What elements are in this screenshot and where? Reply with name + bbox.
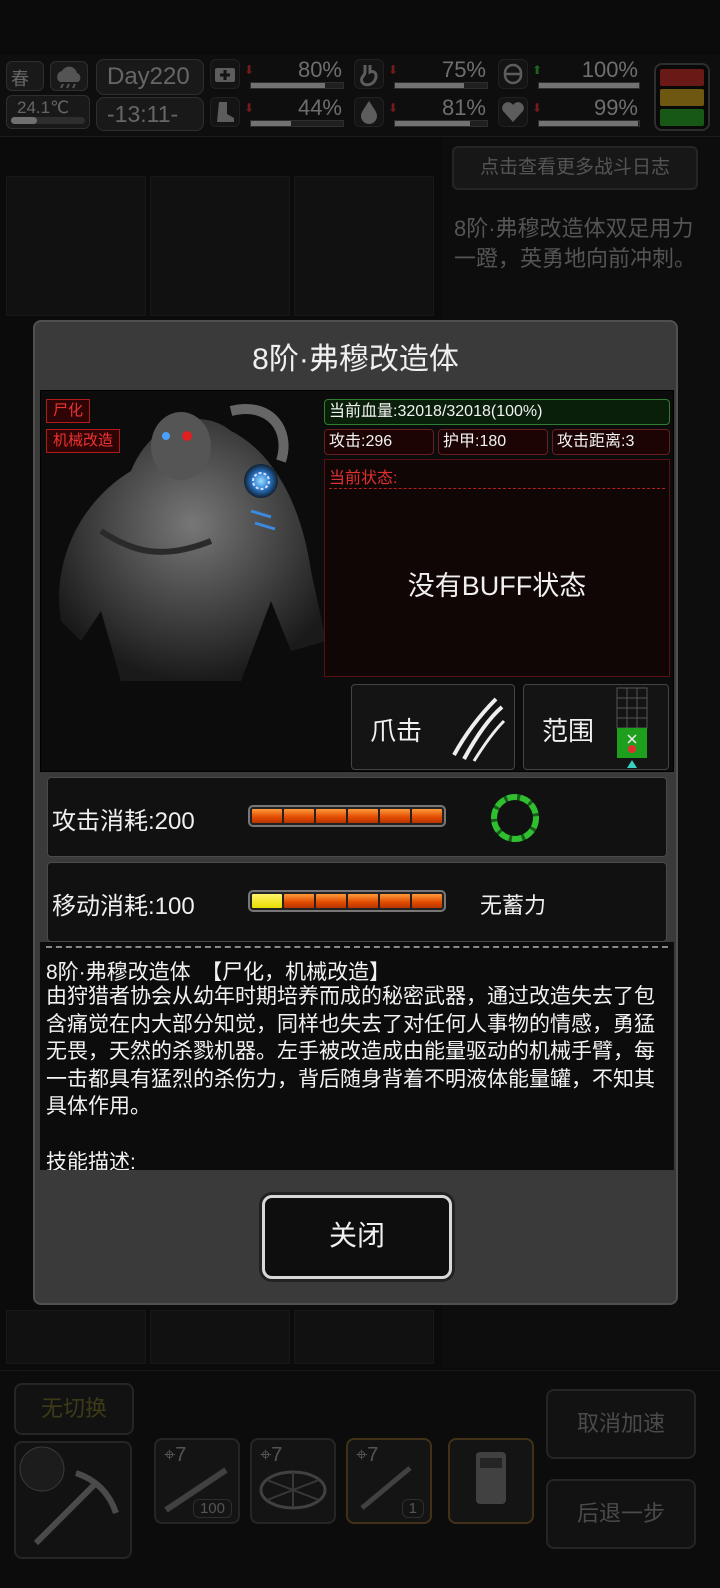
attack-stat: 攻击:296: [324, 429, 434, 455]
skill-range-button[interactable]: 范围: [523, 684, 669, 770]
move-cost-label: 移动消耗:100: [52, 893, 195, 920]
meter-segment: [412, 809, 442, 823]
meter-segment: [316, 809, 346, 823]
divider: [46, 946, 668, 948]
close-button[interactable]: 关闭: [262, 1195, 452, 1279]
meter-segment: [284, 894, 314, 908]
description-title: 8阶·弗穆改造体 【尸化，机械改造】: [46, 961, 391, 984]
meter-segment: [348, 809, 378, 823]
move-cost-meter: [248, 890, 446, 912]
tag-mechanical: 机械改造: [46, 429, 121, 453]
meter-segment: [412, 894, 442, 908]
skill-claw-button[interactable]: 爪击: [351, 684, 515, 770]
skill-range-label: 范围: [542, 716, 595, 746]
range-grid-icon: [616, 687, 648, 768]
meter-segment: [316, 894, 346, 908]
dialog-title: 8阶·弗穆改造体: [252, 343, 459, 376]
move-cost-row: 移动消耗:100 无蓄力: [47, 862, 667, 942]
meter-segment: [380, 809, 410, 823]
divider: [329, 488, 665, 489]
status-label: 当前状态:: [329, 470, 398, 487]
meter-segment: [380, 894, 410, 908]
attack-cost-meter: [248, 805, 446, 827]
skill-claw-label: 爪击: [370, 716, 423, 746]
meter-segment: [252, 809, 282, 823]
charge-status: 无蓄力: [480, 893, 547, 918]
current-hp: 当前血量:32018/32018(100%): [324, 399, 670, 425]
cooldown-ring-icon: [491, 794, 539, 842]
meter-segment: [252, 894, 282, 908]
buff-status-text: 没有BUFF状态: [407, 571, 587, 601]
enemy-info-dialog: 8阶·弗穆改造体 尸化 机械改造 当前血量:32018/32018(100%) …: [33, 320, 678, 1305]
skill-description-label: 技能描述:: [46, 1151, 136, 1170]
enemy-portrait-panel: 尸化 机械改造 当前血量:32018/32018(100%) 攻击:296 护甲…: [40, 390, 674, 772]
description-panel[interactable]: 8阶·弗穆改造体 【尸化，机械改造】 由狩猎者协会从幼年时期培养而成的秘密武器，…: [40, 942, 674, 1170]
attack-cost-row: 攻击消耗:200: [47, 777, 667, 857]
armor-stat: 护甲:180: [438, 429, 548, 455]
meter-segment: [284, 809, 314, 823]
claw-slash-icon: [452, 697, 506, 762]
tag-zombified: 尸化: [46, 399, 91, 423]
meter-segment: [348, 894, 378, 908]
attack-cost-label: 攻击消耗:200: [52, 808, 195, 835]
attack-range-stat: 攻击距离:3: [552, 429, 670, 455]
description-text: 由狩猎者协会从幼年时期培养而成的秘密武器，通过改造失去了包含痛觉在内大部分知觉，…: [46, 985, 655, 1118]
status-panel: 当前状态: 没有BUFF状态: [324, 459, 670, 677]
